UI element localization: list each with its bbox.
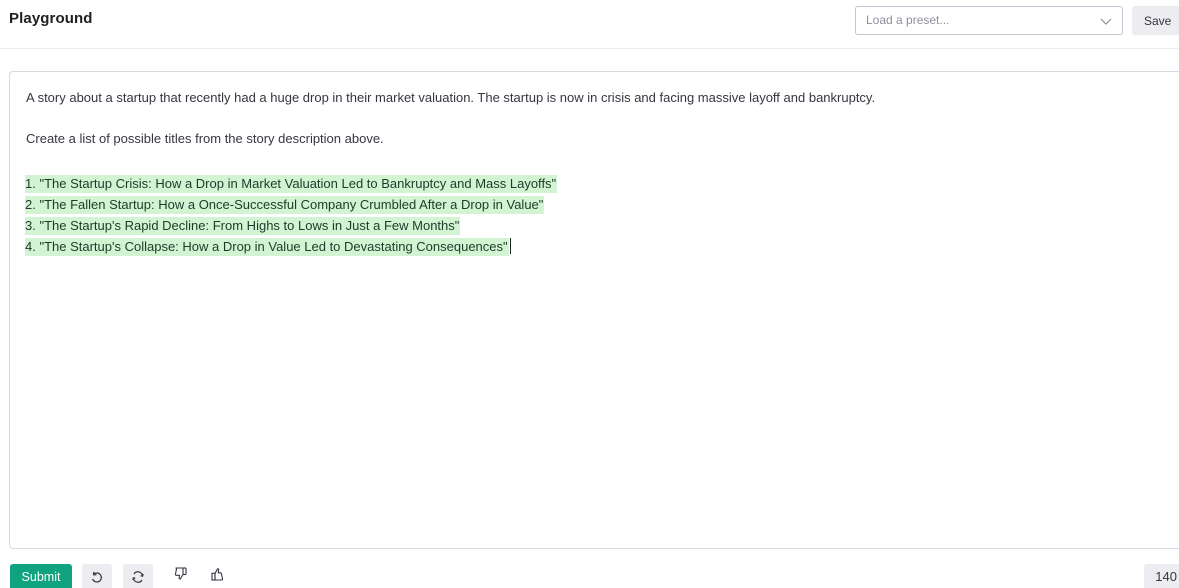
completion-line: 3. "The Startup's Rapid Decline: From Hi… [25, 215, 557, 236]
thumbs-up-button[interactable] [207, 566, 227, 586]
header-bar: Playground Load a preset... Save [0, 0, 1179, 49]
page-title: Playground [9, 10, 93, 27]
save-button[interactable]: Save [1132, 6, 1179, 35]
completion-text: 3. "The Startup's Rapid Decline: From Hi… [25, 217, 461, 235]
completion-text: 1. "The Startup Crisis: How a Drop in Ma… [25, 175, 558, 193]
regenerate-icon [132, 570, 144, 583]
chevron-down-icon [1100, 18, 1112, 25]
thumbs-down-icon [174, 567, 187, 580]
preset-select[interactable]: Load a preset... [855, 6, 1123, 35]
prompt-text: A story about a startup that recently ha… [26, 90, 876, 105]
undo-button[interactable] [82, 564, 112, 588]
preset-placeholder: Load a preset... [866, 13, 950, 27]
completion-text: 2. "The Fallen Startup: How a Once-Succe… [25, 196, 545, 214]
undo-icon [92, 571, 102, 583]
completion-text: 4. "The Startup's Collapse: How a Drop i… [25, 238, 509, 256]
thumbs-down-button[interactable] [171, 566, 191, 586]
submit-button[interactable]: Submit [10, 564, 72, 588]
completion-block: 1. "The Startup Crisis: How a Drop in Ma… [25, 173, 558, 257]
completion-line: 2. "The Fallen Startup: How a Once-Succe… [25, 194, 557, 215]
prompt-editor[interactable]: A story about a startup that recently ha… [9, 71, 1179, 549]
playground-page: Playground Load a preset... Save A story… [0, 0, 1179, 588]
instruction-text: Create a list of possible titles from th… [26, 131, 384, 146]
completion-line: 1. "The Startup Crisis: How a Drop in Ma… [25, 173, 558, 194]
text-cursor [509, 238, 511, 254]
token-count: 140 [1144, 564, 1179, 588]
completion-line: 4. "The Startup's Collapse: How a Drop i… [25, 236, 557, 257]
regenerate-button[interactable] [123, 564, 153, 588]
thumbs-up-icon [211, 568, 224, 581]
